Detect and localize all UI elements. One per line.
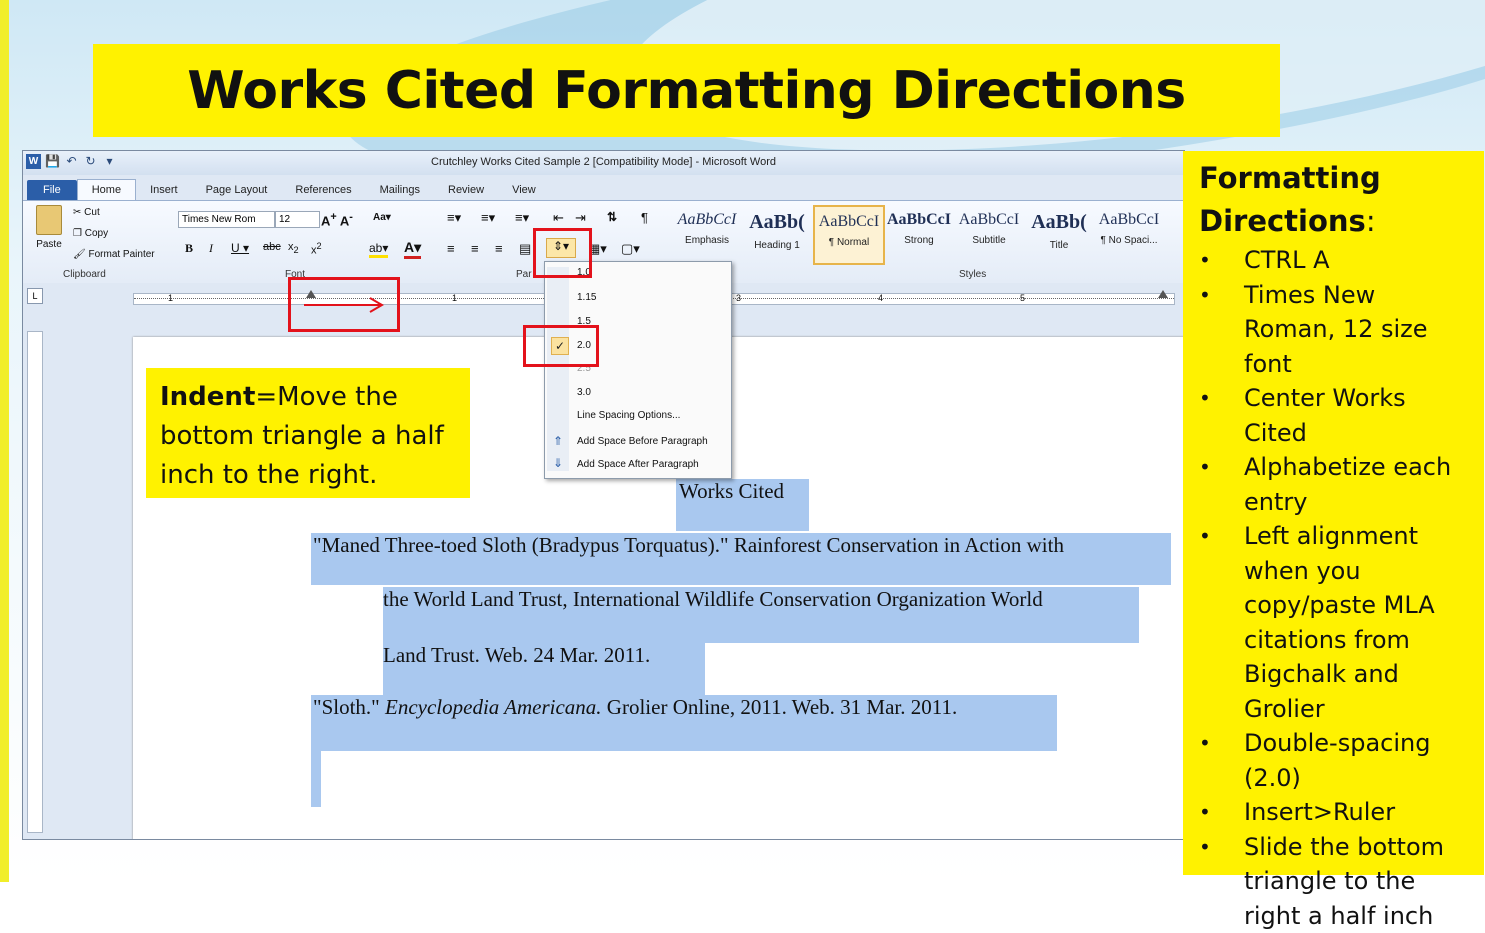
align-center-button[interactable]: ≡ [471, 241, 479, 256]
right-indent-marker[interactable] [1158, 290, 1168, 298]
style-subtitle[interactable]: AaBbCcISubtitle [955, 205, 1023, 261]
align-left-button[interactable]: ≡ [447, 241, 455, 256]
window-title: Crutchley Works Cited Sample 2 [Compatib… [23, 156, 1184, 168]
style-emphasis[interactable]: AaBbCcIEmphasis [673, 205, 741, 261]
style-strong[interactable]: AaBbCcIStrong [885, 205, 953, 261]
tab-home[interactable]: Home [77, 179, 136, 200]
list-item: •Alphabetize each entry [1199, 450, 1472, 519]
list-item: •Slide the bottom triangle to the right … [1199, 830, 1472, 933]
citation-line[interactable]: "Maned Three-toed Sloth (Bradypus Torqua… [311, 533, 1171, 585]
text-highlight-button[interactable]: ab▾ [369, 241, 388, 258]
subscript-button[interactable]: x2 [288, 241, 299, 255]
list-item: •Insert>Ruler [1199, 795, 1472, 830]
brush-icon: 🖌 [73, 249, 86, 260]
align-right-button[interactable]: ≡ [495, 241, 503, 256]
slide-left-accent [0, 0, 9, 882]
font-size-select[interactable]: 12 [275, 211, 320, 228]
citation-line[interactable]: Land Trust. Web. 24 Mar. 2011. [383, 643, 705, 695]
tab-view[interactable]: View [498, 180, 550, 200]
styles-group-label: Styles [959, 269, 986, 280]
list-item: •Times New Roman, 12 size font [1199, 278, 1472, 382]
style-normal[interactable]: AaBbCcI¶ Normal [813, 205, 885, 265]
add-space-before[interactable]: Add Space Before Paragraph [577, 436, 708, 447]
tab-mailings[interactable]: Mailings [366, 180, 434, 200]
bold-button[interactable]: B [185, 241, 193, 256]
add-space-after[interactable]: Add Space After Paragraph [577, 459, 699, 470]
list-item: •CTRL A [1199, 243, 1472, 278]
multilevel-list-button[interactable]: ≡▾ [515, 210, 529, 226]
citation-line[interactable]: "Sloth." Encyclopedia Americana. Grolier… [311, 695, 1057, 751]
style-no-spacing[interactable]: AaBbCcI¶ No Spaci... [1095, 205, 1163, 261]
spacing-2-highlight-box [523, 325, 599, 367]
line-spacing-menu: 1.0 1.15 1.5 ✓ 2.0 2.5 3.0 Line Spacing … [544, 261, 732, 479]
copy-button[interactable]: ❐ Copy [73, 228, 108, 239]
line-spacing-highlight-box [533, 228, 592, 278]
decrease-indent-button[interactable]: ⇤ [553, 210, 564, 226]
change-case-button[interactable]: Aa▾ [373, 212, 391, 223]
underline-button[interactable]: U ▾ [231, 241, 249, 255]
list-item: •Double-spacing (2.0) [1199, 726, 1472, 795]
tab-selector-button[interactable]: L [27, 288, 43, 304]
strikethrough-button[interactable]: abc [263, 241, 281, 253]
vertical-ruler [27, 331, 43, 833]
style-heading-1[interactable]: AaBb(Heading 1 [743, 205, 811, 261]
tab-insert[interactable]: Insert [136, 180, 192, 200]
numbering-button[interactable]: ≡▾ [481, 210, 495, 226]
directions-list: •CTRL A •Times New Roman, 12 size font •… [1199, 243, 1472, 933]
font-color-button[interactable]: A▾ [404, 239, 421, 259]
citation-line[interactable]: the World Land Trust, International Wild… [383, 587, 1139, 643]
bullets-button[interactable]: ≡▾ [447, 210, 461, 226]
list-item: •Center Works Cited [1199, 381, 1472, 450]
works-cited-heading[interactable]: Works Cited [676, 479, 809, 531]
line-spacing-options[interactable]: Line Spacing Options... [577, 410, 680, 421]
style-title[interactable]: AaBb(Title [1025, 205, 1093, 261]
slide-title-box: Works Cited Formatting Directions [93, 44, 1280, 137]
font-name-select[interactable]: Times New Rom [178, 211, 275, 228]
indent-note-box: Indent=Move the bottom triangle a half i… [146, 368, 470, 498]
directions-heading: Formatting Directions: [1199, 157, 1472, 243]
indent-note-bold: Indent [160, 382, 255, 412]
cut-button[interactable]: ✂ Cut [73, 207, 100, 218]
paste-button[interactable]: Paste [31, 205, 67, 261]
ribbon-tabs: File Home Insert Page Layout References … [23, 176, 1184, 200]
tab-file[interactable]: File [27, 180, 77, 200]
paragraph-group-label: Par [516, 269, 532, 280]
title-bar: W 💾 ↶ ↻ ▾ Crutchley Works Cited Sample 2… [23, 151, 1184, 175]
clipboard-group-label: Clipboard [63, 269, 106, 280]
scissors-icon: ✂ [73, 207, 81, 218]
increase-indent-button[interactable]: ⇥ [575, 210, 586, 226]
show-formatting-button[interactable]: ¶ [641, 210, 648, 225]
space-after-icon: ⇓ [553, 456, 563, 470]
justify-button[interactable]: ▤ [519, 241, 531, 257]
sort-button[interactable]: ⇅ [607, 210, 617, 224]
slide-title: Works Cited Formatting Directions [187, 61, 1186, 121]
tab-page-layout[interactable]: Page Layout [192, 180, 282, 200]
copy-icon: ❐ [73, 228, 82, 239]
empty-line-selection [311, 751, 321, 807]
font-grow-shrink[interactable]: A+ A- [321, 211, 353, 228]
right-arrow-icon [300, 295, 390, 315]
borders-button[interactable]: ▢▾ [621, 241, 640, 257]
superscript-button[interactable]: x2 [311, 241, 322, 257]
spacing-option[interactable]: 3.0 [577, 387, 591, 398]
formatting-directions-panel: Formatting Directions: •CTRL A •Times Ne… [1183, 151, 1484, 875]
space-before-icon: ⇑ [553, 434, 563, 448]
list-item: •Left alignment when you copy/paste MLA … [1199, 519, 1472, 726]
spacing-option[interactable]: 1.15 [577, 292, 596, 303]
tab-review[interactable]: Review [434, 180, 498, 200]
tab-references[interactable]: References [281, 180, 365, 200]
format-painter-button[interactable]: 🖌 Format Painter [73, 249, 155, 260]
paste-icon [36, 205, 62, 235]
italic-button[interactable]: I [209, 241, 213, 256]
